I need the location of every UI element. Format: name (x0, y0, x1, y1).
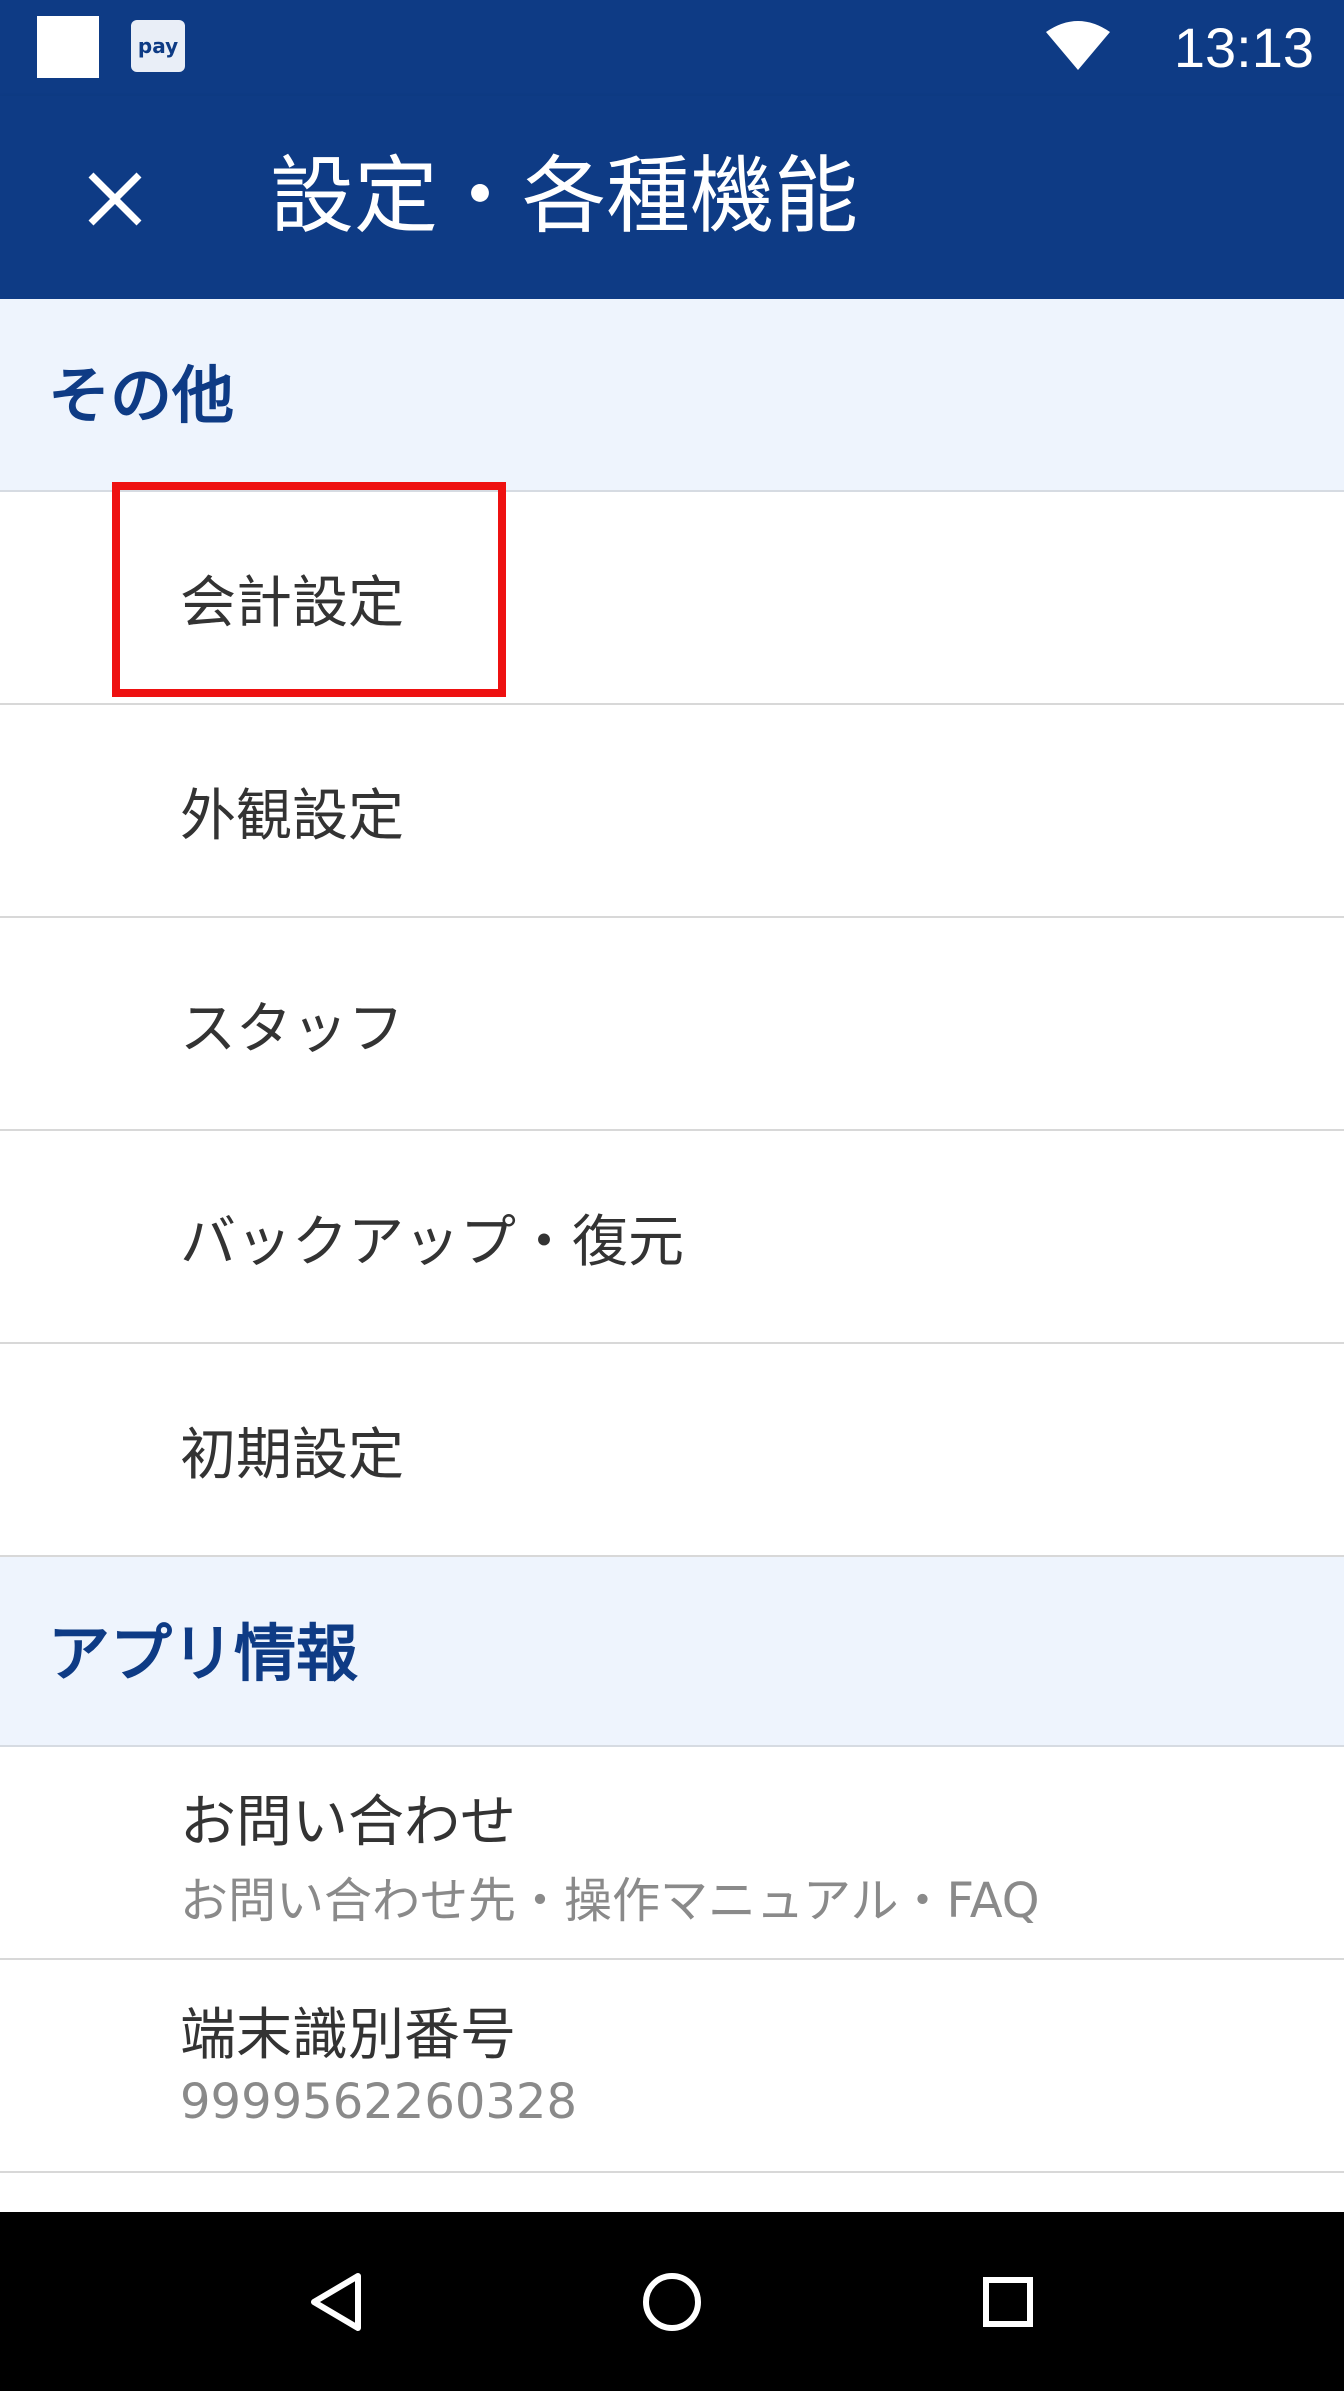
status-bar: pay 13:13 (0, 0, 1344, 96)
list-item-label: バックアップ・復元 (180, 1210, 684, 1275)
recents-button[interactable] (958, 2252, 1058, 2352)
list-item-appearance-settings[interactable]: 外観設定 (0, 705, 1344, 918)
close-button[interactable] (60, 144, 170, 254)
device-id-value: 9999562260328 (180, 2074, 578, 2130)
app-bar: 設定・各種機能 (0, 96, 1344, 299)
back-icon (311, 2273, 361, 2331)
home-button[interactable] (622, 2252, 722, 2352)
wifi-icon (1046, 21, 1110, 70)
list-item-backup-restore[interactable]: バックアップ・復元 (0, 1131, 1344, 1344)
list-item-sublabel: お問い合わせ先・操作マニュアル・FAQ (180, 1873, 1040, 1929)
list-item-accounting-settings[interactable]: 会計設定 (0, 492, 1344, 705)
list-item-staff[interactable]: スタッフ (0, 918, 1344, 1131)
list-item-label: 外観設定 (180, 784, 404, 849)
list-item-initial-settings[interactable]: 初期設定 (0, 1344, 1344, 1557)
home-icon (643, 2273, 701, 2331)
page-title: 設定・各種機能 (270, 147, 859, 245)
list-item-contact[interactable]: お問い合わせ お問い合わせ先・操作マニュアル・FAQ (0, 1747, 1344, 1960)
status-time: 13:13 (1173, 16, 1314, 79)
pay-app-icon: pay (131, 20, 185, 72)
section-title-other: その他 (48, 359, 235, 432)
list-item-device-id: 端末識別番号 9999562260328 (0, 1960, 1344, 2173)
section-title-app-info: アプリ情報 (48, 1617, 359, 1690)
back-button[interactable] (286, 2252, 386, 2352)
list-item-label: 会計設定 (180, 571, 404, 636)
close-icon (88, 172, 142, 226)
list-item-label: スタッフ (180, 997, 404, 1062)
notification-square-icon (37, 16, 99, 78)
recents-icon (983, 2277, 1033, 2327)
navigation-bar (0, 2212, 1344, 2391)
list-item-label: お問い合わせ (180, 1790, 516, 1855)
section-header-app-info: アプリ情報 (0, 1557, 1344, 1747)
section-header-other: その他 (0, 299, 1344, 492)
list-item-label: 初期設定 (180, 1423, 404, 1488)
list-item-label: 端末識別番号 (180, 2003, 516, 2068)
